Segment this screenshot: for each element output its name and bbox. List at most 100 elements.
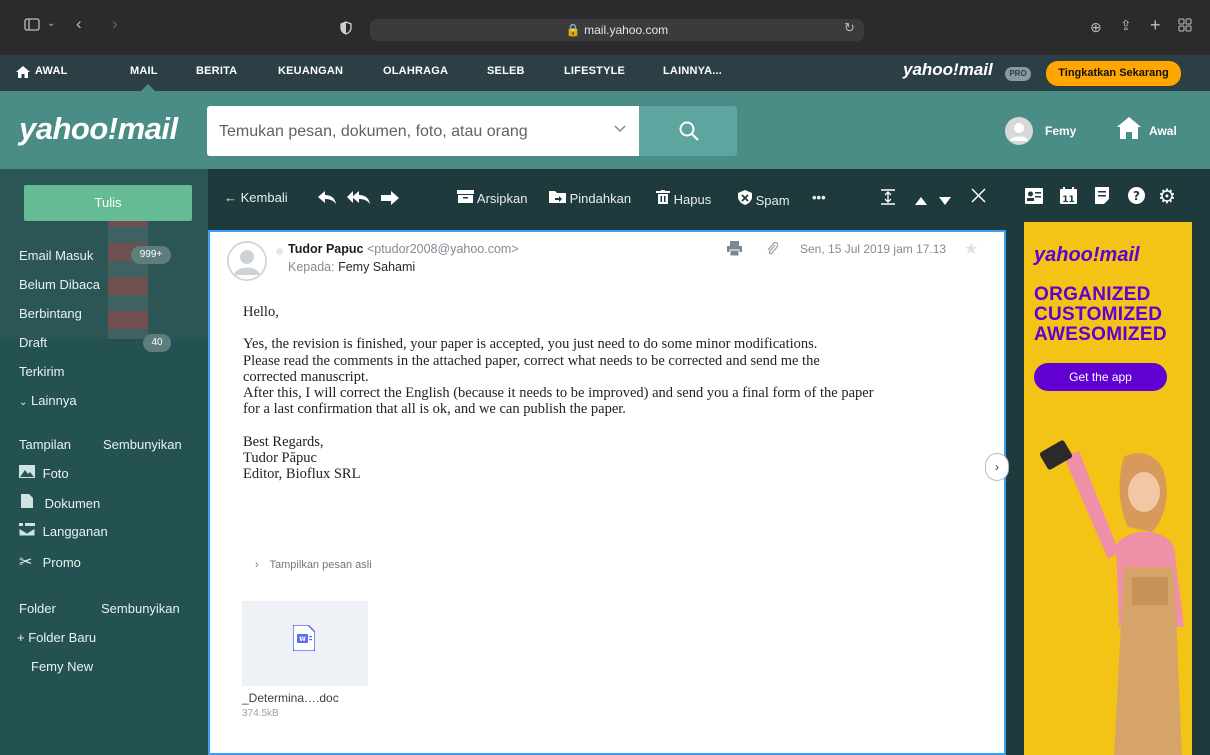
mail-selected-indicator [141,84,155,91]
views-section-title: Tampilan [19,437,72,452]
body-line: Editor, Bioflux SRL [243,466,361,483]
sidebar-item-starred[interactable]: Berbintang [19,306,82,321]
folder-item[interactable]: Femy New [31,659,93,674]
compose-button[interactable]: Tulis [24,185,192,221]
chevron-right-icon: › [255,559,259,571]
delete-button[interactable]: Hapus [656,190,711,207]
word-document-icon: W [292,624,316,656]
chevron-down-icon[interactable]: ⌄ [47,18,55,29]
sidebar-item-inbox[interactable]: Email Masuk [19,248,93,263]
recipient-name[interactable]: Femy Sahami [338,260,415,274]
attachment-thumbnail[interactable]: W [242,601,368,686]
user-avatar[interactable] [1005,117,1033,145]
sidebar-toggle-icon[interactable] [24,18,40,34]
browser-toolbar: ⌄ ‹ › 🔒 mail.yahoo.com ↻ ⊕ ⇪ + [0,0,1210,55]
get-app-button[interactable]: Get the app [1034,363,1167,391]
browser-forward-icon[interactable]: › [112,14,118,34]
home-link[interactable]: Awal [1149,124,1177,138]
sidebar-item-promo[interactable]: ✂ Promo [19,552,81,572]
sender-email[interactable]: <ptudor2008@yahoo.com> [367,242,519,256]
email-date: Sen, 15 Jul 2019 jam 17.13 [800,242,947,256]
reply-icon[interactable] [318,191,336,208]
ad-headline: CUSTOMIZED [1034,304,1163,325]
sidebar-item-photos[interactable]: Foto [19,465,69,481]
reply-all-icon[interactable] [347,191,371,208]
inbox-count-badge: 999+ [131,246,171,264]
nav-awal[interactable]: AWAL [35,55,68,87]
upgrade-button[interactable]: Tingkatkan Sekarang [1046,61,1181,86]
tab-overview-icon[interactable] [1178,18,1192,35]
attachment-name[interactable]: _Determina….doc [242,691,339,705]
next-message-icon[interactable] [939,193,951,208]
body-line: After this, I will correct the English (… [243,385,874,402]
forward-icon[interactable] [381,191,399,208]
spam-button[interactable]: Spam [738,190,790,208]
address-bar[interactable]: 🔒 mail.yahoo.com [370,19,864,41]
search-button[interactable] [639,106,737,156]
archive-button[interactable]: Arsipkan [457,190,527,206]
unread-dot-icon[interactable] [276,248,283,255]
sender-avatar[interactable] [227,241,267,281]
email-body: Hello, Yes, the revision is finished, yo… [243,304,993,483]
browser-back-icon[interactable]: ‹ [76,14,82,34]
nav-lainnya[interactable]: LAINNYA... [663,55,722,87]
sender-name[interactable]: Tudor Papuc [288,242,363,256]
sidebar-item-sent[interactable]: Terkirim [19,364,65,379]
new-tab-icon[interactable]: + [1150,15,1161,36]
more-actions-button[interactable]: ••• [812,190,826,205]
download-icon[interactable]: ⊕ [1090,19,1102,36]
trash-icon [656,190,670,207]
nav-seleb[interactable]: SELEB [487,55,525,87]
sidebar-item-subscriptions[interactable]: Langganan [18,523,108,539]
folders-hide-toggle[interactable]: Sembunyikan [101,601,180,616]
search-input[interactable] [217,106,581,158]
share-icon[interactable]: ⇪ [1120,17,1132,34]
archive-icon [457,190,474,206]
yahoo-mail-pro-logo[interactable]: yahoo!mail [903,60,993,80]
draft-count-badge: 40 [143,334,171,352]
nav-mail[interactable]: MAIL [130,55,158,87]
sender-line: Tudor Papuc <ptudor2008@yahoo.com> [288,242,519,256]
user-name[interactable]: Femy [1045,124,1076,138]
expand-icon[interactable] [880,189,896,208]
star-icon[interactable]: ★ [964,239,978,259]
move-folder-icon [549,191,566,206]
notepad-icon[interactable] [1095,187,1109,209]
back-button[interactable]: ← Kembali [224,190,288,205]
attachment-clip-icon[interactable] [766,241,779,259]
calendar-icon[interactable]: 11 [1060,187,1077,209]
nav-lifestyle[interactable]: LIFESTYLE [564,55,625,87]
show-original-toggle[interactable]: › Tampilkan pesan asli [255,559,372,571]
ad-headline: ORGANIZED [1034,284,1151,305]
contacts-icon[interactable] [1025,188,1043,209]
sidebar-item-draft[interactable]: Draft [19,335,47,350]
expand-panel-button[interactable]: › [985,453,1009,481]
advertisement[interactable]: yahoo!mail ORGANIZED CUSTOMIZED AWESOMIZ… [1024,222,1192,755]
shield-icon [738,190,752,208]
nav-olahraga[interactable]: OLAHRAGA [383,55,448,87]
privacy-shield-icon[interactable] [340,21,352,38]
chevron-down-icon: ⌄ [19,397,28,408]
move-button[interactable]: Pindahkan [549,190,631,206]
nav-keuangan[interactable]: KEUANGAN [278,55,343,87]
reload-icon[interactable]: ↻ [844,20,855,36]
home-icon[interactable] [1117,117,1141,144]
sidebar-item-documents[interactable]: Dokumen [19,494,100,511]
search-options-chevron-icon[interactable] [614,122,626,136]
attachment-size: 374.5kB [242,708,279,719]
close-icon[interactable] [971,188,986,206]
help-icon[interactable]: ? [1128,187,1145,209]
settings-gear-icon[interactable]: ⚙ [1158,184,1176,209]
sidebar-item-more[interactable]: ⌄ Lainnya [19,393,77,408]
previous-message-icon[interactable] [915,193,927,208]
svg-text:W: W [299,636,306,643]
arrow-left-icon: ← [224,190,237,205]
yahoo-mail-logo[interactable]: yahoo!mail [19,111,178,147]
body-line: Please read the comments in the attached… [243,352,820,369]
sidebar-item-unread[interactable]: Belum Dibaca [19,277,100,292]
nav-berita[interactable]: BERITA [196,55,237,87]
views-hide-toggle[interactable]: Sembunyikan [103,437,182,452]
new-folder-button[interactable]: + Folder Baru [17,630,96,645]
print-icon[interactable] [727,241,742,261]
home-icon[interactable] [16,65,30,83]
